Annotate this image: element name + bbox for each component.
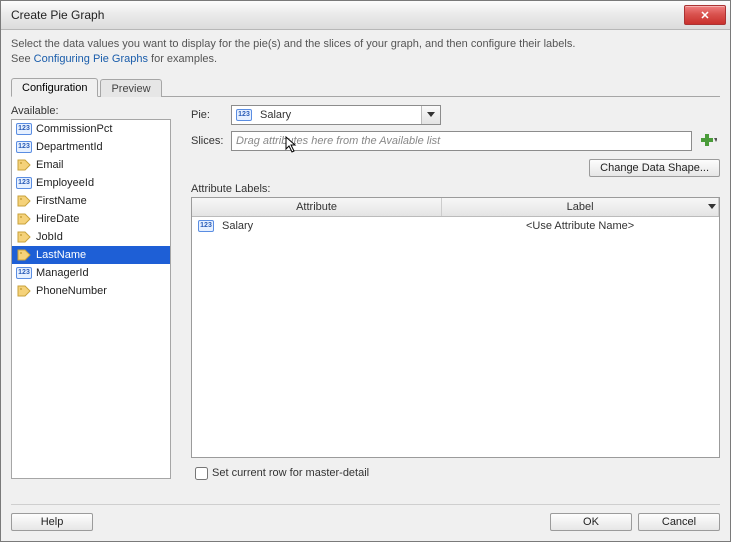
intro-line1: Select the data values you want to displ… <box>11 38 575 50</box>
close-icon: ✕ <box>700 9 709 22</box>
dialog-body: Select the data values you want to displ… <box>1 29 730 541</box>
ok-button[interactable]: OK <box>550 513 632 531</box>
close-button[interactable]: ✕ <box>684 5 726 25</box>
list-item-label: ManagerId <box>36 267 89 279</box>
intro-line2-suffix: for examples. <box>148 53 217 65</box>
list-item[interactable]: 123 CommissionPct <box>12 120 170 138</box>
master-detail-checkbox[interactable] <box>195 467 208 480</box>
list-item[interactable]: JobId <box>12 228 170 246</box>
number-icon: 123 <box>16 122 32 136</box>
list-item-label: HireDate <box>36 213 79 225</box>
available-list[interactable]: 123 CommissionPct 123 DepartmentId Email 123 E… <box>11 119 171 479</box>
slices-row: Slices: Drag attributes here from the Av… <box>191 131 720 151</box>
number-icon: 123 <box>198 220 214 232</box>
column-label[interactable]: Label <box>442 198 719 216</box>
cancel-button[interactable]: Cancel <box>638 513 720 531</box>
tag-icon <box>16 194 32 208</box>
chevron-down-icon <box>421 106 440 124</box>
tag-icon <box>16 248 32 262</box>
tab-bar: Configuration Preview <box>11 74 720 97</box>
master-detail-label: Set current row for master-detail <box>212 467 369 479</box>
list-item-label: DepartmentId <box>36 141 103 153</box>
window-title: Create Pie Graph <box>11 8 104 22</box>
titlebar: Create Pie Graph ✕ <box>1 1 730 30</box>
tag-icon <box>16 212 32 226</box>
dialog-footer: Help OK Cancel <box>11 504 720 531</box>
available-panel: Available: 123 CommissionPct 123 Department… <box>11 105 171 483</box>
number-icon: 123 <box>16 176 32 190</box>
row-attribute: Salary <box>222 220 253 232</box>
attribute-labels-table: Attribute Label 123 Salary <box>191 197 720 458</box>
list-item-label: FirstName <box>36 195 87 207</box>
table-row[interactable]: 123 Salary <Use Attribute Name> <box>192 217 719 235</box>
tab-configuration[interactable]: Configuration <box>11 78 98 97</box>
attribute-labels-heading: Attribute Labels: <box>191 183 720 195</box>
list-item-label: PhoneNumber <box>36 285 107 297</box>
number-icon: 123 <box>236 109 252 121</box>
config-panel: Pie: 123 Salary Slices: Drag attributes … <box>191 105 720 483</box>
list-item[interactable]: FirstName <box>12 192 170 210</box>
row-label: <Use Attribute Name> <box>441 217 719 235</box>
master-detail-row: Set current row for master-detail <box>191 464 720 483</box>
intro-line2-prefix: See <box>11 53 34 65</box>
list-item[interactable]: Email <box>12 156 170 174</box>
table-header: Attribute Label <box>192 198 719 217</box>
intro-text: Select the data values you want to displ… <box>11 37 720 68</box>
list-item-label: JobId <box>36 231 63 243</box>
tab-preview[interactable]: Preview <box>100 79 161 97</box>
tag-icon <box>16 284 32 298</box>
configuring-link[interactable]: Configuring Pie Graphs <box>34 53 148 65</box>
number-icon: 123 <box>16 140 32 154</box>
number-icon: 123 <box>16 266 32 280</box>
tag-icon <box>16 158 32 172</box>
dialog-window: Create Pie Graph ✕ Select the data value… <box>0 0 731 542</box>
column-attribute[interactable]: Attribute <box>192 198 442 216</box>
pie-value: Salary <box>260 109 291 121</box>
list-item[interactable]: HireDate <box>12 210 170 228</box>
help-button[interactable]: Help <box>11 513 93 531</box>
list-item[interactable]: 123 ManagerId <box>12 264 170 282</box>
pie-label: Pie: <box>191 109 231 121</box>
chevron-down-icon <box>708 201 716 213</box>
slices-input[interactable]: Drag attributes here from the Available … <box>231 131 692 151</box>
list-item-label: Email <box>36 159 64 171</box>
pie-row: Pie: 123 Salary <box>191 105 720 125</box>
list-item-label: CommissionPct <box>36 123 112 135</box>
list-item-label: EmployeeId <box>36 177 94 189</box>
list-item-label: LastName <box>36 249 86 261</box>
list-item[interactable]: LastName <box>12 246 170 264</box>
pie-select[interactable]: 123 Salary <box>231 105 441 125</box>
slices-placeholder: Drag attributes here from the Available … <box>236 135 440 147</box>
list-item[interactable]: PhoneNumber <box>12 282 170 300</box>
change-data-shape-button[interactable]: Change Data Shape... <box>589 159 720 177</box>
add-slice-button[interactable] <box>698 132 720 150</box>
plus-icon <box>701 134 717 148</box>
available-label: Available: <box>11 105 171 117</box>
list-item[interactable]: 123 EmployeeId <box>12 174 170 192</box>
slices-label: Slices: <box>191 135 231 147</box>
table-body: 123 Salary <Use Attribute Name> <box>192 217 719 457</box>
list-item[interactable]: 123 DepartmentId <box>12 138 170 156</box>
tag-icon <box>16 230 32 244</box>
